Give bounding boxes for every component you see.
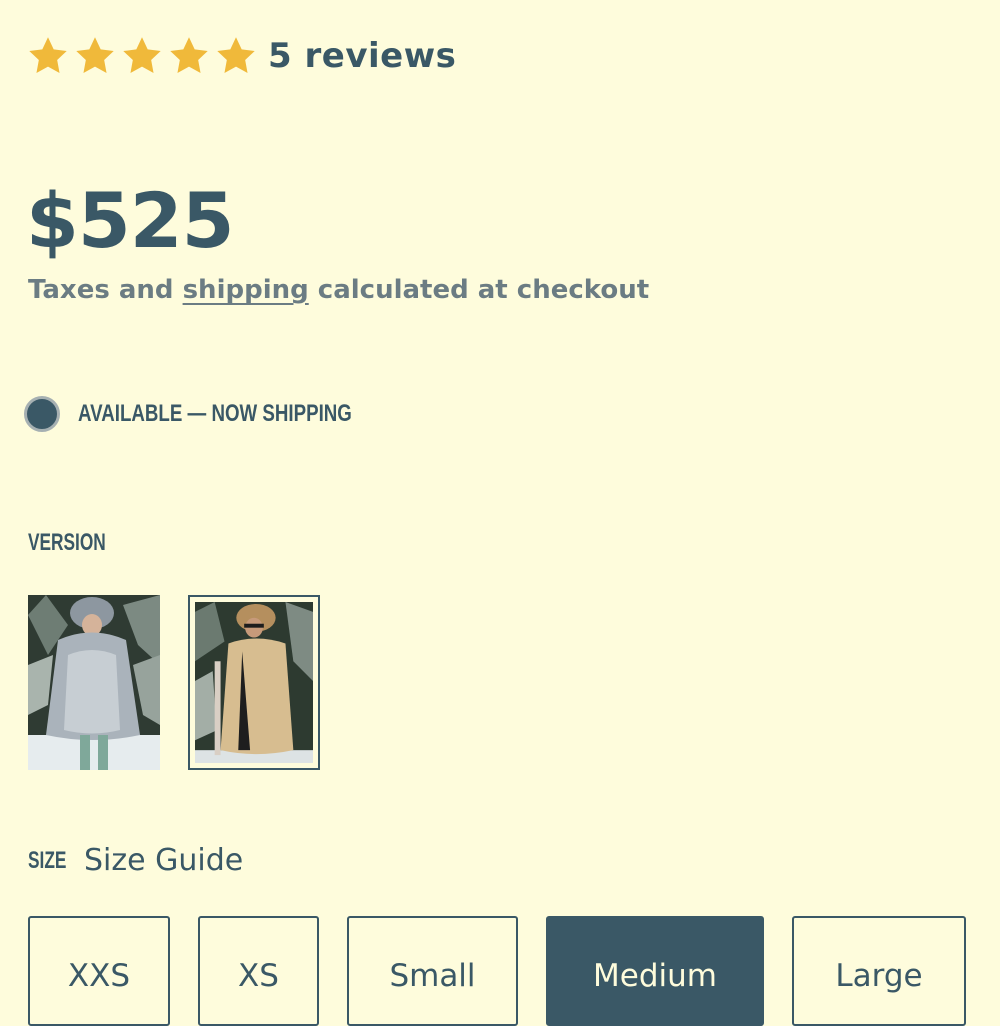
size-option-xs[interactable]: XS	[198, 916, 319, 1026]
version-label-wrap: VERSION	[28, 529, 136, 557]
availability-text: AVAILABLE — NOW SHIPPING	[78, 400, 352, 427]
version-label: VERSION	[28, 529, 106, 556]
tax-note: Taxes and shipping calculated at checkou…	[28, 275, 649, 305]
availability-status: AVAILABLE — NOW SHIPPING	[24, 396, 429, 432]
reviews-link[interactable]: 5 reviews	[268, 36, 456, 76]
tax-note-suffix: calculated at checkout	[308, 275, 650, 305]
size-option-large[interactable]: Large	[792, 916, 966, 1026]
grey-coat-image	[28, 595, 160, 770]
star-icon	[29, 37, 67, 74]
size-header: SIZE Size Guide	[28, 843, 243, 878]
size-option-xxs[interactable]: XXS	[28, 916, 170, 1026]
version-option-tan-coat[interactable]	[188, 595, 320, 770]
status-dot-icon	[24, 396, 60, 432]
tan-coat-image	[195, 602, 313, 763]
size-label: SIZE	[28, 846, 67, 874]
size-options: XXS XS Small Medium Large	[28, 916, 966, 1026]
shipping-link[interactable]: shipping	[183, 275, 309, 305]
size-option-small[interactable]: Small	[347, 916, 518, 1026]
version-options	[28, 595, 320, 770]
star-icon	[123, 37, 161, 74]
product-price: $525	[26, 176, 235, 265]
size-guide-link[interactable]: Size Guide	[84, 843, 243, 878]
star-icon	[217, 37, 255, 74]
size-option-medium[interactable]: Medium	[546, 916, 764, 1026]
tax-note-prefix: Taxes and	[28, 275, 183, 305]
star-icon	[76, 37, 114, 74]
star-rating	[26, 34, 258, 78]
star-icon	[170, 37, 208, 74]
version-option-grey-coat[interactable]	[28, 595, 160, 770]
rating: 5 reviews	[26, 34, 456, 78]
